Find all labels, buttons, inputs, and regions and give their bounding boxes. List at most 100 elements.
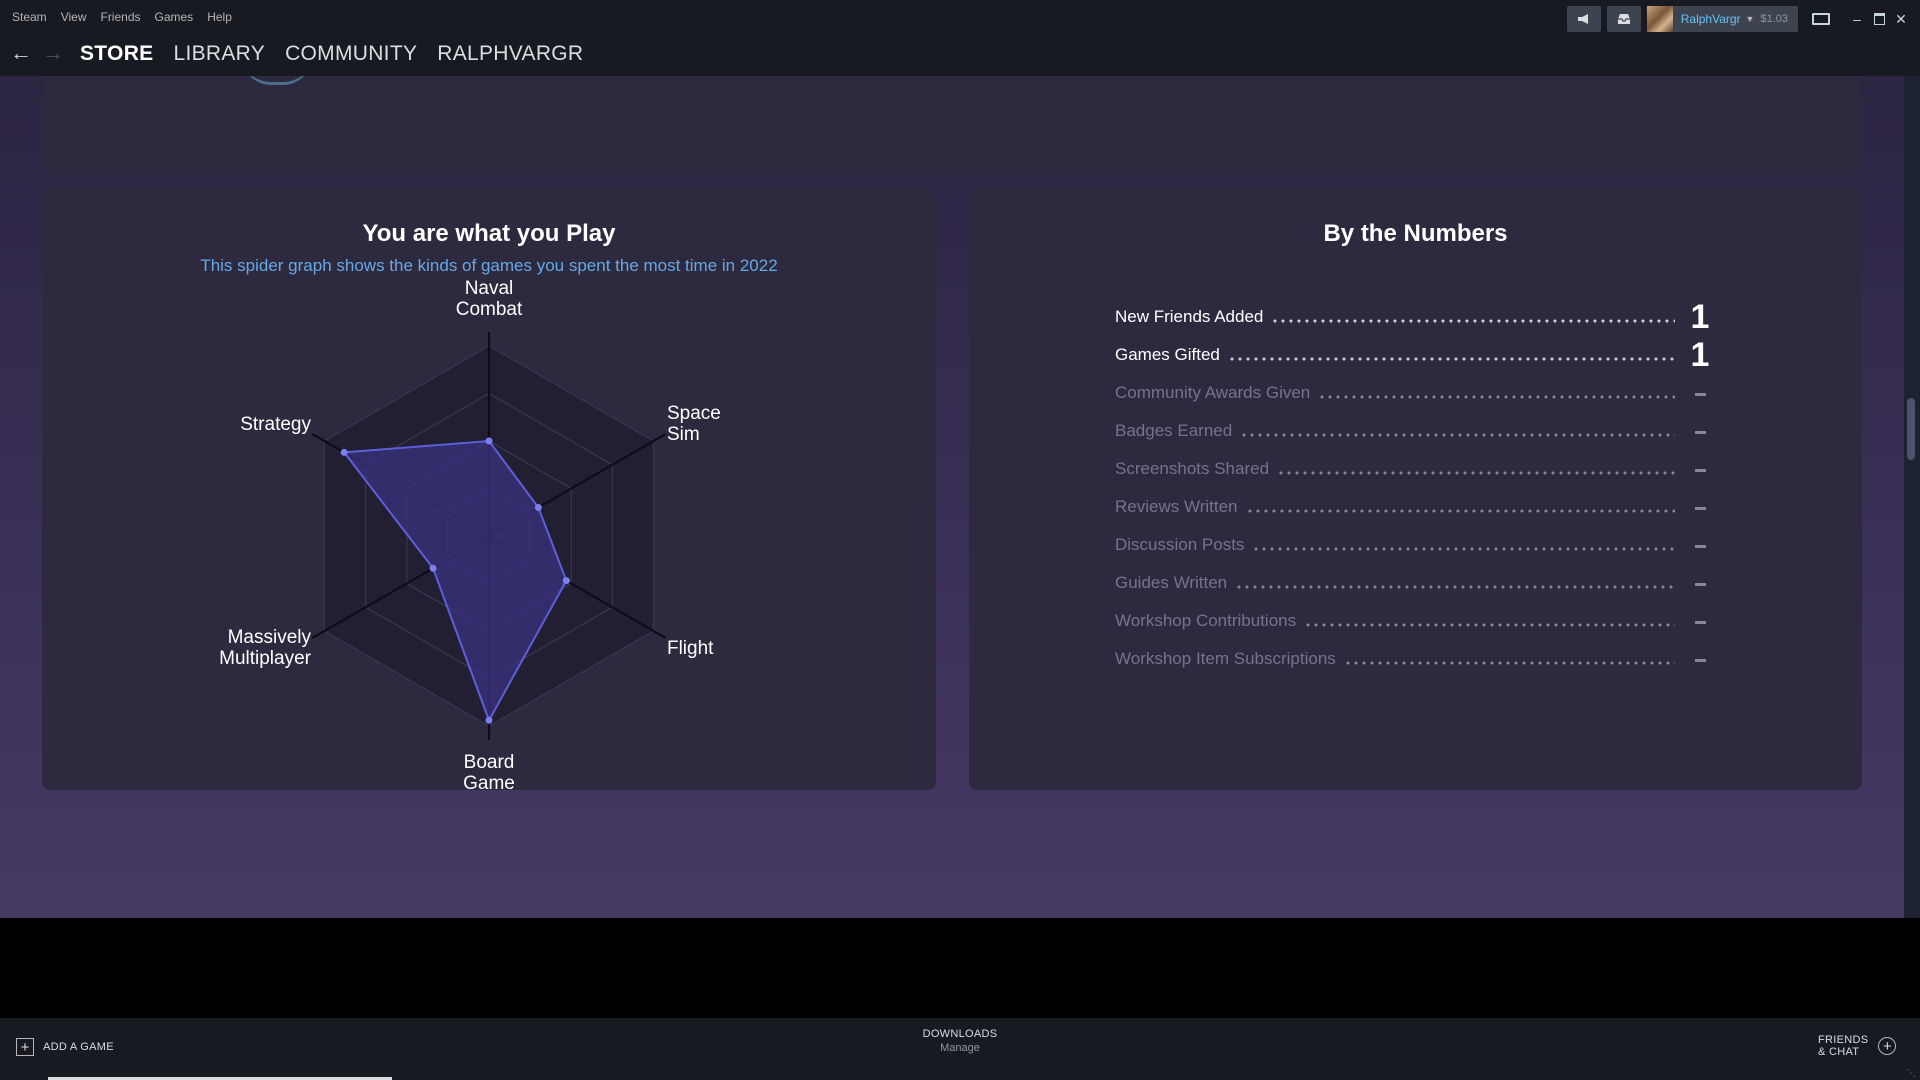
axis-label-line: Massively xyxy=(227,627,311,648)
avatar xyxy=(1646,6,1673,32)
dotted-leader xyxy=(1245,509,1675,513)
dotted-leader xyxy=(1277,471,1675,475)
menu-items: Steam View Friends Games Help xyxy=(12,10,232,24)
menu-view[interactable]: View xyxy=(61,10,87,24)
stat-row: Workshop Item Subscriptions xyxy=(1115,640,1715,678)
axis-label-line: Board xyxy=(463,752,515,773)
spider-data-point xyxy=(340,448,348,456)
axis-label-line: Strategy xyxy=(240,413,311,435)
stat-label: Games Gifted xyxy=(1115,345,1220,364)
spider-axis-label: Board Game xyxy=(419,752,559,794)
notifications-button[interactable] xyxy=(1606,6,1641,32)
monitor-icon[interactable] xyxy=(1812,13,1830,25)
menu-friends[interactable]: Friends xyxy=(100,10,140,24)
close-icon[interactable]: ✕ xyxy=(1892,9,1910,29)
stat-label: Community Awards Given xyxy=(1115,383,1311,402)
friends-label-line2: & CHAT xyxy=(1818,1046,1860,1058)
axis-label-line: Sim xyxy=(666,424,700,445)
menu-steam[interactable]: Steam xyxy=(12,10,47,24)
dotted-leader xyxy=(1240,433,1675,437)
downloads-button[interactable]: DOWNLOADS Manage xyxy=(910,1028,1010,1054)
stat-row: Discussion Posts xyxy=(1115,526,1715,564)
spider-graph xyxy=(311,332,667,740)
axis-label-line: Game xyxy=(463,773,515,794)
wallet-balance: $1.03 xyxy=(1760,13,1788,25)
minimize-icon[interactable]: – xyxy=(1848,9,1866,29)
stat-label: Reviews Written xyxy=(1115,497,1238,516)
stat-row: Reviews Written xyxy=(1115,488,1715,526)
axis-label-line: Flight xyxy=(666,637,714,659)
downloads-title: DOWNLOADS xyxy=(922,1028,998,1040)
dotted-leader xyxy=(1318,395,1675,399)
axis-label-line: Combat xyxy=(455,299,523,320)
downloads-manage: Manage xyxy=(940,1042,980,1054)
spider-axis-label: Massively Multiplayer xyxy=(171,627,311,669)
spider-data-point xyxy=(485,437,493,445)
spider-data-point xyxy=(534,504,542,511)
spider-axis-label: Flight xyxy=(667,638,807,659)
resize-grip-icon[interactable]: ⋱ xyxy=(1906,1068,1916,1079)
add-game-button[interactable]: + ADD A GAME xyxy=(16,1038,114,1056)
window-controls: – ✕ xyxy=(1848,9,1910,29)
stat-value: 1 xyxy=(1690,297,1710,336)
stat-label: Discussion Posts xyxy=(1115,535,1245,554)
dotted-leader xyxy=(1343,661,1675,665)
previous-section-card xyxy=(42,76,1862,174)
stat-row: Badges Earned xyxy=(1115,412,1715,450)
tab-library[interactable]: LIBRARY xyxy=(173,42,265,66)
friends-chat-button[interactable]: FRIENDS & CHAT + xyxy=(1818,1034,1897,1058)
friends-label-line1: FRIENDS xyxy=(1818,1034,1869,1046)
tab-store[interactable]: STORE xyxy=(80,42,153,66)
stat-row: Games Gifted 1 xyxy=(1115,336,1715,374)
account-menu[interactable]: RalphVargr ▼ $1.03 xyxy=(1646,6,1798,32)
main-content: You are what you Play This spider graph … xyxy=(0,76,1904,918)
add-friend-icon: + xyxy=(1878,1037,1897,1055)
announcements-button[interactable] xyxy=(1566,6,1601,32)
stat-label: New Friends Added xyxy=(1115,307,1264,326)
chevron-down-icon: ▼ xyxy=(1745,14,1755,24)
nav-bar: ← → STORE LIBRARY COMMUNITY RALPHVARGR xyxy=(0,36,1920,76)
dotted-leader xyxy=(1304,623,1675,627)
spider-graph-card: You are what you Play This spider graph … xyxy=(42,186,936,794)
menu-help[interactable]: Help xyxy=(207,10,232,24)
scrollbar-thumb[interactable] xyxy=(1907,398,1915,460)
spider-data-point xyxy=(485,716,493,724)
dotted-leader xyxy=(1227,357,1675,361)
stat-row: Workshop Contributions xyxy=(1115,602,1715,640)
stat-row: Screenshots Shared xyxy=(1115,450,1715,488)
stat-empty-dash xyxy=(1685,581,1715,586)
scrollbar-track[interactable] xyxy=(1904,76,1920,918)
tab-community[interactable]: COMMUNITY xyxy=(285,42,417,66)
stat-empty-dash xyxy=(1685,657,1715,662)
maximize-icon[interactable] xyxy=(1870,9,1888,29)
account-name: RalphVargr xyxy=(1680,12,1741,26)
stat-label: Badges Earned xyxy=(1115,421,1233,440)
axis-label-line: Naval xyxy=(464,278,514,299)
forward-arrow-icon[interactable]: → xyxy=(42,40,64,66)
stat-value: 1 xyxy=(1690,335,1710,374)
spider-axis-label: Strategy xyxy=(171,414,311,435)
inbox-icon xyxy=(1617,14,1630,24)
nav-tabs: STORE LIBRARY COMMUNITY RALPHVARGR xyxy=(80,42,583,66)
back-arrow-icon[interactable]: ← xyxy=(10,40,32,66)
stat-empty-dash xyxy=(1685,505,1715,510)
decorative-arc xyxy=(242,76,312,85)
dotted-leader xyxy=(1252,547,1675,551)
stat-label: Workshop Contributions xyxy=(1115,611,1297,630)
stat-label: Guides Written xyxy=(1115,573,1228,592)
menu-bar: Steam View Friends Games Help RalphVargr… xyxy=(0,0,1920,36)
tray: RalphVargr ▼ $1.03 – ✕ xyxy=(1566,6,1920,32)
friends-chat-label: FRIENDS & CHAT xyxy=(1818,1034,1868,1058)
bottom-bar: + ADD A GAME DOWNLOADS Manage FRIENDS & … xyxy=(0,1018,1920,1080)
tab-profile[interactable]: RALPHVARGR xyxy=(437,42,583,66)
stat-label: Workshop Item Subscriptions xyxy=(1115,649,1336,668)
stat-row: Guides Written xyxy=(1115,564,1715,602)
spider-axis-label: Naval Combat xyxy=(419,278,559,320)
menu-games[interactable]: Games xyxy=(155,10,194,24)
axis-label-line: Multiplayer xyxy=(219,648,311,669)
spider-axis-label: Space Sim xyxy=(667,403,807,445)
spider-data-point xyxy=(429,564,437,572)
by-the-numbers-title: By the Numbers xyxy=(1323,220,1508,247)
stat-label: Screenshots Shared xyxy=(1115,459,1270,478)
empty-area xyxy=(0,918,1920,1018)
